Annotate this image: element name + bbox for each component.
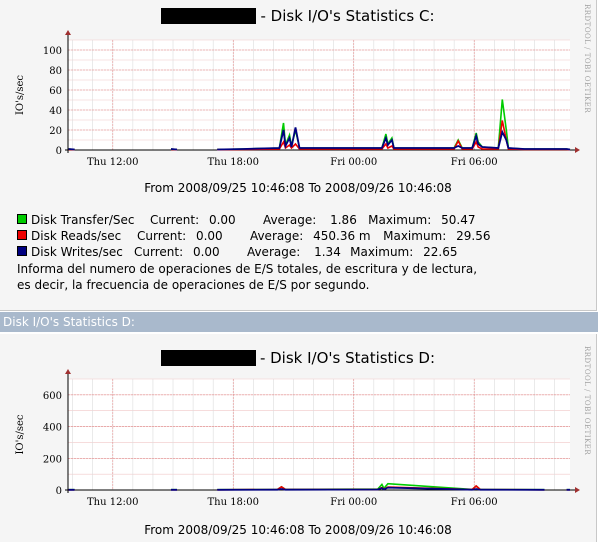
plot-area	[68, 379, 570, 490]
x-tick-label: Fri 00:00	[330, 157, 377, 168]
x-tick-label: Thu 18:00	[207, 497, 259, 508]
x-tick-label: Thu 12:00	[87, 157, 139, 168]
legend-label: Average:	[246, 245, 301, 259]
legend-label: Maximum:	[350, 245, 414, 259]
y-axis-label: IO's/sec	[15, 414, 26, 454]
chart-plot-c: 0 20 40 60 80 100 Thu 12:00 Thu 18:00 Fri 00:00 F…	[15, 30, 580, 168]
legend-row-reads: Disk Reads/sec Current: 0.00 Average: 450.…	[17, 228, 490, 244]
y-tick-label: 80	[49, 66, 62, 77]
legend-maximum: 29.56	[456, 229, 491, 243]
description-line: es decir, la frecuencia de operaciones d…	[17, 278, 370, 292]
y-axis-arrow	[65, 369, 71, 374]
graph-panel-d: - Disk I/O's Statistics D: 0 200 400 600 Thu…	[0, 334, 597, 542]
y-tick-label: 400	[43, 423, 62, 434]
x-axis-arrow	[575, 147, 580, 153]
description-line: Informa del numero de operaciones de E/S…	[17, 262, 478, 276]
y-axis-label: IO's/sec	[15, 75, 26, 115]
legend-average: 450.36 m	[313, 229, 371, 243]
legend-label: Average:	[249, 229, 304, 243]
section-header-disk-d: Disk I/O's Statistics D:	[0, 312, 598, 332]
chart-plot-d: 0 200 400 600 Thu 12:00 Thu 18:00 Fri 00:00 Fri…	[15, 369, 580, 508]
x-tick-label: Thu 18:00	[207, 157, 259, 168]
legend-swatch-transfer	[17, 214, 27, 224]
legend-label: Current:	[150, 213, 200, 227]
legend-label: Maximum:	[368, 213, 432, 227]
legend-label: Current:	[134, 245, 184, 259]
legend-swatch-writes	[17, 246, 27, 256]
x-tick-label: Fri 06:00	[451, 157, 498, 168]
x-tick-label: Thu 12:00	[87, 497, 139, 508]
legend-average: 1.86	[330, 213, 357, 227]
legend-name: Disk Writes/sec	[31, 245, 123, 259]
legend-row-writes: Disk Writes/sec Current: 0.00 Average: 1.3…	[17, 244, 490, 260]
y-tick-label: 60	[49, 86, 62, 97]
legend-current: 0.00	[192, 245, 220, 259]
graph-description: Informa del numero de operaciones de E/S…	[17, 261, 477, 293]
legend-name: Disk Transfer/Sec	[31, 213, 135, 227]
legend-current: 0.00	[208, 213, 236, 227]
legend: Disk Transfer/Sec Current: 0.00 Average: 1…	[17, 212, 490, 260]
y-tick-label: 40	[49, 106, 62, 117]
legend-name: Disk Reads/sec	[31, 229, 122, 243]
x-axis-arrow	[575, 487, 580, 493]
legend-swatch-reads	[17, 230, 27, 240]
rrdtool-watermark: RRDTOOL / TOBI OETIKER	[583, 4, 591, 114]
y-tick-label: 100	[43, 46, 62, 57]
legend-current: 0.00	[195, 229, 223, 243]
legend-label: Maximum:	[383, 229, 447, 243]
legend-maximum: 22.65	[423, 245, 458, 259]
legend-maximum: 50.47	[441, 213, 476, 227]
y-tick-label: 20	[49, 126, 62, 137]
legend-label: Average:	[262, 213, 317, 227]
x-tick-label: Fri 06:00	[451, 497, 498, 508]
y-tick-label: 0	[56, 486, 62, 497]
y-tick-label: 200	[43, 454, 62, 465]
legend-row-transfer: Disk Transfer/Sec Current: 0.00 Average: 1…	[17, 212, 490, 228]
y-tick-label: 600	[43, 391, 62, 402]
rrdtool-watermark: RRDTOOL / TOBI OETIKER	[583, 346, 591, 456]
plot-area	[68, 40, 570, 150]
time-range-text: From 2008/09/25 10:46:08 To 2008/09/26 1…	[144, 523, 452, 537]
legend-average: 1.34	[314, 245, 341, 259]
legend-label: Current:	[137, 229, 187, 243]
graph-panel-c: - Disk I/O's Statistics C: 0 20 40 60 80 100 T…	[0, 0, 597, 311]
y-axis-arrow	[65, 30, 71, 35]
y-tick-label: 0	[56, 146, 62, 157]
x-tick-label: Fri 00:00	[330, 497, 377, 508]
time-range-text: From 2008/09/25 10:46:08 To 2008/09/26 1…	[144, 181, 452, 195]
